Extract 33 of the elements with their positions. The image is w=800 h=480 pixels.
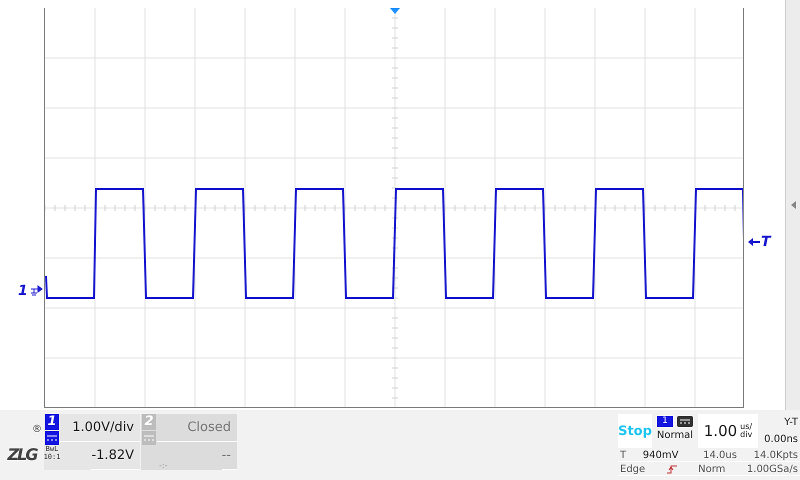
dc-coupling-icon: [142, 431, 156, 445]
trigger-sweep: Norm: [698, 464, 726, 474]
trigger-position-marker[interactable]: [390, 8, 400, 14]
left-arrow-icon[interactable]: [748, 238, 760, 246]
record-length: 14.0Kpts: [754, 450, 798, 460]
vertical-scale: 1.00V/div: [60, 414, 140, 442]
dc-coupling-icon: [45, 431, 59, 445]
display-mode: Y-T: [784, 417, 798, 428]
trigger-label: T: [620, 450, 626, 460]
timebase-value: 1.00: [704, 422, 738, 440]
vertical-offset: --: [222, 442, 237, 470]
trigger-source: 1: [657, 416, 673, 427]
channel-number: 2: [142, 414, 156, 430]
vertical-offset: -1.82V: [91, 442, 140, 470]
sample-rate: 1.00GSa/s: [746, 464, 798, 474]
vertical-scale: Closed: [157, 414, 237, 442]
horizontal-position: 0.00ns: [764, 434, 798, 445]
trigger-level: 940mV: [642, 450, 678, 460]
rising-edge-icon: [666, 464, 677, 474]
timebase-unit: us/: [740, 423, 752, 431]
channel-marker-label[interactable]: 1: [18, 283, 28, 299]
ground-arrow-icon[interactable]: [28, 285, 43, 297]
left-arrow-icon: [790, 201, 796, 209]
record-time: 14.0us: [703, 450, 737, 460]
trigger-mode: Normal: [656, 430, 694, 441]
dc-coupling-icon: [677, 416, 693, 427]
offset-note: -:-: [158, 461, 168, 470]
channel-number: 1: [45, 414, 59, 430]
trigger-type: Edge: [620, 464, 646, 474]
timebase-unit: div: [740, 431, 752, 439]
registered-mark: ®: [32, 424, 42, 435]
trigger-level-marker[interactable]: T: [761, 234, 771, 250]
logo: ZLG: [8, 444, 36, 464]
